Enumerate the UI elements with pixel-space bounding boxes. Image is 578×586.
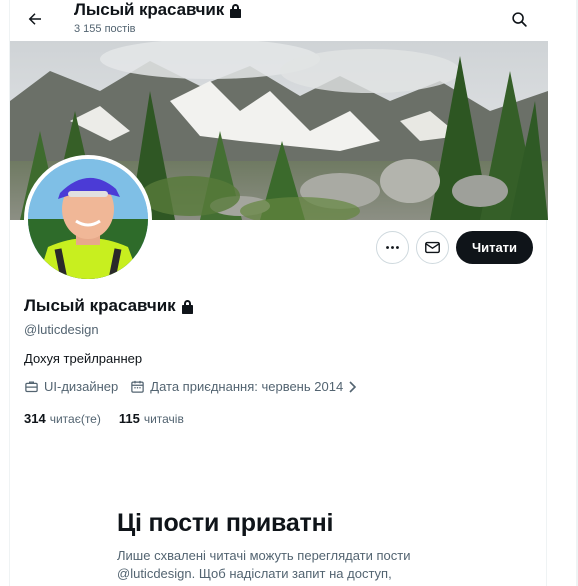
profession-label: UI-дизайнер (44, 379, 119, 394)
message-button[interactable] (416, 231, 449, 264)
profile-name: Лысый красавчик (24, 296, 176, 315)
envelope-icon (425, 241, 440, 254)
top-bar: Лысый красавчик 3 155 постів (10, 0, 548, 41)
profile-avatar[interactable] (24, 155, 152, 283)
lock-icon (181, 299, 193, 314)
joined-item[interactable]: Дата приєднання: червень 2014 (130, 379, 358, 394)
header-title-block: Лысый красавчик 3 155 постів (74, 0, 242, 35)
search-icon (511, 11, 527, 27)
following-label: читає(те) (49, 412, 101, 426)
more-button[interactable] (376, 231, 409, 264)
follow-button[interactable]: Читати (456, 231, 533, 264)
joined-label: Дата приєднання: червень 2014 (150, 379, 344, 394)
followers-count: 115 (118, 411, 140, 426)
header-title: Лысый красавчик (74, 0, 225, 19)
private-text: Лише схвалені читачі можуть переглядати … (117, 548, 411, 581)
profile-name-row: Лысый красавчик (24, 296, 194, 316)
followers-stat[interactable]: 115 читачів (119, 411, 184, 426)
more-horizontal-icon (386, 246, 399, 249)
chevron-right-icon (349, 380, 357, 393)
arrow-left-icon (28, 13, 41, 25)
calendar-icon (131, 380, 145, 393)
posts-count: 3 155 постів (74, 23, 136, 35)
search-button[interactable] (506, 6, 532, 32)
profile-handle: @luticdesign (24, 322, 99, 337)
private-title: Ці пости приватні (117, 509, 334, 537)
back-button[interactable] (22, 6, 48, 32)
following-stat[interactable]: 314 читає(те) (24, 411, 101, 426)
followers-label: читачів (143, 412, 184, 426)
profession-item[interactable]: UI-дизайнер (24, 379, 118, 394)
briefcase-icon (25, 381, 38, 393)
follow-stats: 314 читає(те) 115 читачів (24, 411, 184, 426)
profile-column: Лысый красавчик 3 155 постів Читати Лысы… (9, 0, 548, 586)
avatar-image (28, 159, 148, 279)
lock-icon (230, 3, 242, 18)
following-count: 314 (24, 411, 46, 426)
profile-bio: Дохуя трейлраннер (24, 351, 143, 366)
profile-meta: UI-дизайнер Дата приєднання: червень 201… (24, 379, 370, 394)
